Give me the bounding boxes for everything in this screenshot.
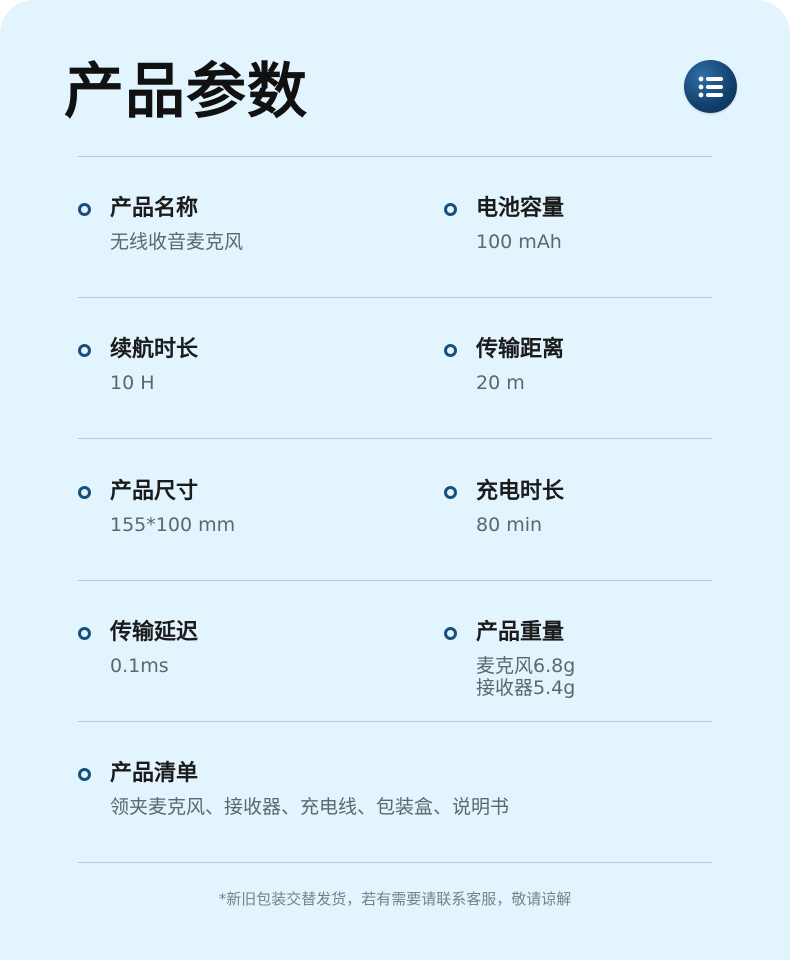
bullet-icon [444, 627, 457, 640]
bullet-icon [78, 768, 91, 781]
divider [78, 156, 712, 157]
spec-value: 麦克风6.8g 接收器5.4g [476, 655, 575, 699]
spec-value: 100 mAh [476, 231, 562, 253]
spec-value: 无线收音麦克风 [110, 231, 244, 253]
spec-label: 产品重量 [476, 620, 565, 645]
spec-value: 20 m [476, 372, 525, 394]
bullet-icon [444, 203, 457, 216]
list-icon [698, 76, 723, 97]
bullet-icon [78, 627, 91, 640]
bullet-icon [444, 344, 457, 357]
divider [78, 438, 712, 439]
divider [78, 580, 712, 581]
spec-value: 80 min [476, 514, 543, 536]
bullet-icon [444, 486, 457, 499]
spec-label: 充电时长 [476, 479, 565, 504]
spec-label: 电池容量 [476, 196, 565, 221]
divider [78, 862, 712, 863]
spec-value: 领夹麦克风、接收器、充电线、包装盒、说明书 [110, 796, 510, 818]
spec-label: 产品尺寸 [110, 479, 199, 504]
weight-receiver: 接收器5.4g [476, 677, 576, 699]
bullet-icon [78, 344, 91, 357]
divider [78, 297, 712, 298]
product-spec-card: 产品参数 产品名称 无线收音麦克风 电池容量 100 mAh 续航时长 10 H… [0, 0, 790, 960]
spec-value: 155*100 mm [110, 514, 236, 536]
spec-label: 传输距离 [476, 337, 565, 362]
weight-microphone: 麦克风6.8g [476, 655, 576, 677]
spec-value: 0.1ms [110, 655, 169, 677]
spec-label: 产品清单 [110, 761, 199, 786]
bullet-icon [78, 203, 91, 216]
spec-label: 产品名称 [110, 196, 199, 221]
bullet-icon [78, 486, 91, 499]
page-title: 产品参数 [64, 57, 308, 127]
spec-label: 传输延迟 [110, 620, 199, 645]
spec-value: 10 H [110, 372, 155, 394]
divider [78, 721, 712, 722]
menu-button[interactable] [684, 60, 737, 113]
spec-label: 续航时长 [110, 337, 199, 362]
footnote: *新旧包装交替发货，若有需要请联系客服，敬请谅解 [218, 890, 572, 908]
